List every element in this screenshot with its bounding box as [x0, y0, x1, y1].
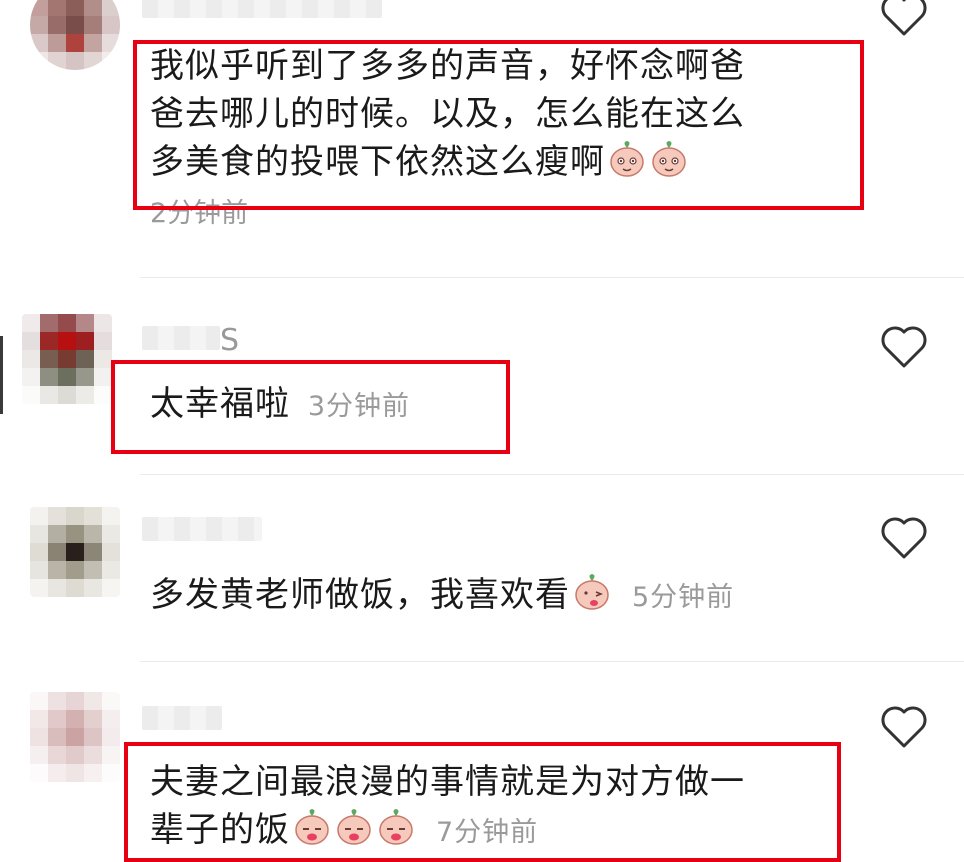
highlight-box — [133, 40, 864, 210]
comment-item: 我似乎听到了多多的声音，好怀念啊爸 爸去哪儿的时候。以及，怎么能在这么 多美食的… — [0, 0, 964, 278]
username-blurred[interactable] — [142, 706, 222, 730]
username-blurred[interactable] — [142, 0, 382, 18]
comment-time: 5分钟前 — [632, 582, 735, 613]
comment-text: 多发黄老师做饭，我喜欢看 5分钟前 — [150, 571, 734, 622]
heart-outline-icon[interactable] — [878, 702, 930, 750]
avatar[interactable] — [30, 0, 120, 70]
peach-face-emoji — [575, 574, 609, 610]
avatar[interactable] — [30, 692, 120, 782]
avatar[interactable] — [30, 507, 120, 597]
highlight-box — [124, 742, 841, 862]
heart-outline-icon[interactable] — [878, 513, 930, 561]
comment-item: 多发黄老师做饭，我喜欢看 5分钟前 — [0, 475, 964, 661]
username-blurred[interactable] — [142, 517, 262, 541]
comment-item: S 太幸福啦 3分钟前 — [0, 278, 964, 474]
highlight-box — [111, 360, 510, 454]
comment-item: 夫妻之间最浪漫的事情就是为对方做一 辈子的饭 7分钟前 — [0, 662, 964, 862]
avatar[interactable] — [22, 314, 112, 404]
comment-text-content: 多发黄老师做饭，我喜欢看 — [150, 575, 570, 615]
heart-outline-icon[interactable] — [878, 322, 930, 370]
heart-outline-icon[interactable] — [878, 0, 930, 38]
username-suffix[interactable]: S — [220, 326, 239, 356]
username-blurred[interactable] — [142, 326, 220, 350]
